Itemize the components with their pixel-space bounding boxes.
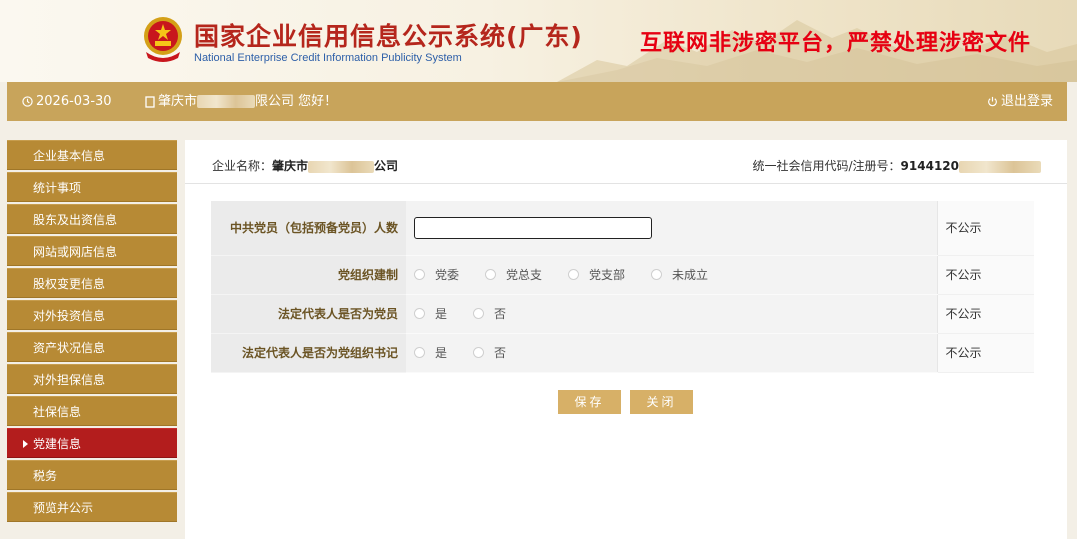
- sidebar-item[interactable]: 企业基本信息: [7, 140, 177, 170]
- sidebar-item[interactable]: 股东及出资信息: [7, 204, 177, 234]
- company-name-prefix: 肇庆市: [272, 159, 309, 173]
- sidebar-item[interactable]: 税务: [7, 460, 177, 490]
- publicity-status: 不公示: [936, 294, 1034, 334]
- radio-circle-icon[interactable]: [473, 308, 485, 319]
- security-warning: 互联网非涉密平台，严禁处理涉密文件: [640, 31, 1032, 56]
- top-bar: 2026-03-30 肇庆市 限公司 您好！ 退出登录: [7, 82, 1067, 121]
- form-row: 法定代表人是否为党员是否不公示: [211, 294, 1034, 334]
- close-button[interactable]: 关闭: [630, 390, 693, 414]
- radio-option-label: 党委: [435, 268, 460, 282]
- radio-option[interactable]: 是: [414, 344, 447, 361]
- sidebar-item-label: 股东及出资信息: [33, 213, 118, 227]
- radio-option[interactable]: 党支部: [568, 266, 625, 283]
- main-panel: 企业名称：肇庆市 公司 统一社会信用代码/注册号：9144120 中共党员（包括预…: [185, 140, 1067, 539]
- date-text: 2026-03-30: [36, 94, 112, 109]
- date-display: 2026-03-30: [22, 82, 112, 121]
- company-name-suffix: 公司: [374, 159, 399, 173]
- form-row-label: 法定代表人是否为党组织书记: [211, 333, 406, 373]
- redacted-credit-code: [959, 160, 1041, 173]
- radio-option[interactable]: 党委: [414, 266, 459, 283]
- sidebar-item[interactable]: 统计事项: [7, 172, 177, 202]
- sidebar-item-label: 社保信息: [33, 405, 82, 419]
- greeting-prefix: 肇庆市: [158, 94, 198, 109]
- radio-circle-icon[interactable]: [414, 269, 425, 280]
- sidebar-item-label: 对外担保信息: [33, 373, 106, 387]
- sidebar-menu: 企业基本信息 统计事项股东及出资信息 网站或网店信息 股权变更信息 对外投资信息 资产状况…: [7, 140, 177, 524]
- sidebar-item-label: 党建信息: [33, 437, 82, 451]
- document-icon: [145, 95, 155, 108]
- sidebar-item[interactable]: 社保信息: [7, 396, 177, 426]
- sidebar-item-label: 股权变更信息: [33, 277, 106, 291]
- party-building-form: 中共党员（包括预备党员）人数 不公示 党组织建制 党委 党总支 党支部 未成立 不公示 法定代表…: [211, 201, 1034, 373]
- radio-option-label: 未成立: [672, 268, 709, 282]
- site-title: 国家企业信用信息公示系统(广东): [194, 22, 583, 51]
- form-row-label: 法定代表人是否为党员: [211, 294, 406, 334]
- radio-option[interactable]: 否: [473, 305, 506, 322]
- radio-option[interactable]: 党总支: [485, 266, 542, 283]
- power-icon: [988, 96, 997, 107]
- greeting-suffix: 限公司 您好！: [255, 94, 338, 109]
- clock-icon: [22, 96, 33, 107]
- radio-circle-icon[interactable]: [485, 269, 497, 280]
- radio-circle-icon[interactable]: [414, 308, 425, 319]
- credit-code-label: 统一社会信用代码/注册号：: [752, 159, 901, 173]
- sidebar-item[interactable]: 股权变更信息: [7, 268, 177, 298]
- redacted-company-name: [197, 95, 256, 108]
- company-name: 企业名称：肇庆市 公司: [212, 157, 398, 174]
- credit-code-prefix: 9144120: [900, 159, 959, 173]
- national-emblem-icon: [144, 17, 182, 62]
- radio-option-label: 是: [435, 307, 448, 321]
- sidebar-item-label: 对外投资信息: [33, 309, 106, 323]
- radio-option-label: 否: [494, 307, 507, 321]
- radio-option[interactable]: 否: [473, 344, 506, 361]
- logout-label: 退出登录: [1000, 94, 1053, 109]
- sidebar-item-label: 税务: [33, 469, 58, 483]
- logout-link[interactable]: 退出登录: [987, 82, 1053, 121]
- company-info-bar: 企业名称：肇庆市 公司 统一社会信用代码/注册号：9144120: [185, 140, 1067, 184]
- form-row-field: 是否: [406, 333, 937, 373]
- form-row-label: 党组织建制: [211, 255, 406, 295]
- form-row-field: [406, 201, 937, 256]
- radio-option[interactable]: 是: [414, 305, 447, 322]
- radio-circle-icon[interactable]: [414, 347, 425, 358]
- sidebar-item-label: 资产状况信息: [33, 341, 106, 355]
- active-triangle-icon: [23, 440, 28, 448]
- redacted-company-name: [308, 160, 375, 173]
- sidebar-item-label: 预览并公示: [33, 501, 94, 515]
- form-row-label: 中共党员（包括预备党员）人数: [211, 201, 406, 256]
- sidebar-item[interactable]: 对外投资信息: [7, 300, 177, 330]
- site-subtitle: National Enterprise Credit Information P…: [194, 52, 462, 64]
- form-row-field: 党委 党总支 党支部 未成立: [406, 255, 937, 295]
- radio-option-label: 党总支: [506, 268, 543, 282]
- sidebar-item-label: 企业基本信息: [33, 149, 106, 163]
- sidebar-item[interactable]: 党建信息: [7, 428, 177, 458]
- radio-option-label: 是: [435, 346, 448, 360]
- form-row: 法定代表人是否为党组织书记是否不公示: [211, 333, 1034, 373]
- radio-circle-icon[interactable]: [473, 347, 485, 358]
- sidebar-item[interactable]: 网站或网店信息: [7, 236, 177, 266]
- sidebar-item-label: 统计事项: [33, 181, 82, 195]
- publicity-status: 不公示: [936, 201, 1034, 256]
- radio-circle-icon[interactable]: [568, 269, 580, 280]
- radio-option-label: 否: [494, 346, 507, 360]
- form-row: 中共党员（包括预备党员）人数 不公示: [211, 201, 1034, 256]
- form-row-field: 是否: [406, 294, 937, 334]
- form-row: 党组织建制 党委 党总支 党支部 未成立 不公示: [211, 255, 1034, 295]
- credit-code: 统一社会信用代码/注册号：9144120: [752, 157, 1041, 174]
- sidebar-item-label: 网站或网店信息: [33, 245, 118, 259]
- sidebar-item[interactable]: 资产状况信息: [7, 332, 177, 362]
- radio-option[interactable]: 未成立: [651, 266, 708, 283]
- sidebar-item[interactable]: 预览并公示: [7, 492, 177, 522]
- sidebar-item[interactable]: 对外担保信息: [7, 364, 177, 394]
- save-button[interactable]: 保存: [558, 390, 621, 414]
- company-name-label: 企业名称：: [212, 159, 273, 173]
- party-member-count-input[interactable]: [414, 216, 652, 239]
- page-header: 国家企业信用信息公示系统(广东) National Enterprise Cre…: [0, 0, 1077, 82]
- radio-circle-icon[interactable]: [651, 269, 663, 280]
- radio-option-label: 党支部: [589, 268, 626, 282]
- publicity-status: 不公示: [936, 333, 1034, 373]
- user-greeting: 肇庆市 限公司 您好！: [145, 82, 337, 121]
- publicity-status: 不公示: [936, 255, 1034, 295]
